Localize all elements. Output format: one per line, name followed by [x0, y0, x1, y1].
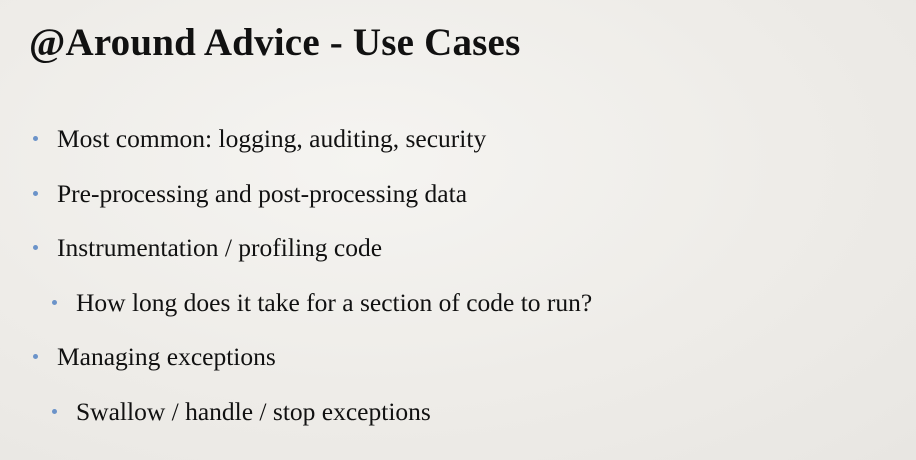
- bullet-icon: [33, 354, 38, 359]
- bullet-text: Instrumentation / profiling code: [57, 233, 383, 262]
- bullet-text: Managing exceptions: [57, 342, 276, 371]
- bullet-icon: [33, 191, 38, 196]
- slide: @Around Advice - Use Cases Most common: …: [0, 0, 916, 460]
- sub-bullet-text: Swallow / handle / stop exceptions: [76, 397, 431, 426]
- bullet-icon: [52, 409, 57, 414]
- bullet-text: Most common: logging, auditing, security: [57, 124, 487, 153]
- bullet-icon: [33, 245, 38, 250]
- bullet-list: Most common: logging, auditing, security…: [0, 0, 916, 460]
- bullet-icon: [33, 136, 38, 141]
- sub-bullet-text: How long does it take for a section of c…: [76, 288, 593, 317]
- bullet-text: Pre-processing and post-processing data: [57, 179, 468, 208]
- bullet-icon: [52, 300, 57, 305]
